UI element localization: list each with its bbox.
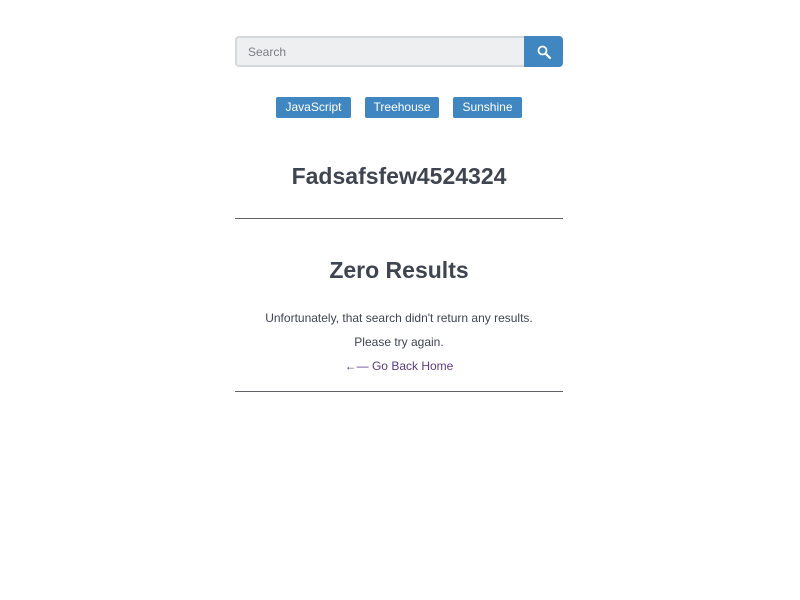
divider-top <box>235 218 563 219</box>
tag-buttons: JavaScript Treehouse Sunshine <box>235 97 563 118</box>
try-again-message: Please try again. <box>354 335 444 349</box>
zero-results-heading: Zero Results <box>329 257 469 283</box>
search-input[interactable] <box>235 36 524 67</box>
search-icon <box>537 45 551 59</box>
tag-button-javascript[interactable]: JavaScript <box>276 97 351 118</box>
tag-button-sunshine[interactable]: Sunshine <box>453 97 522 118</box>
search-form <box>235 36 563 67</box>
go-back-home-link[interactable]: ←— Go Back Home <box>235 358 563 374</box>
tag-button-treehouse[interactable]: Treehouse <box>364 97 440 118</box>
divider-bottom <box>235 391 563 392</box>
search-query-title: Fadsafsfew4524324 <box>291 163 507 189</box>
search-button[interactable] <box>524 36 563 67</box>
no-results-message: Unfortunately, that search didn't return… <box>265 311 533 325</box>
main-content: JavaScript Treehouse Sunshine Fadsafsfew… <box>235 36 563 392</box>
